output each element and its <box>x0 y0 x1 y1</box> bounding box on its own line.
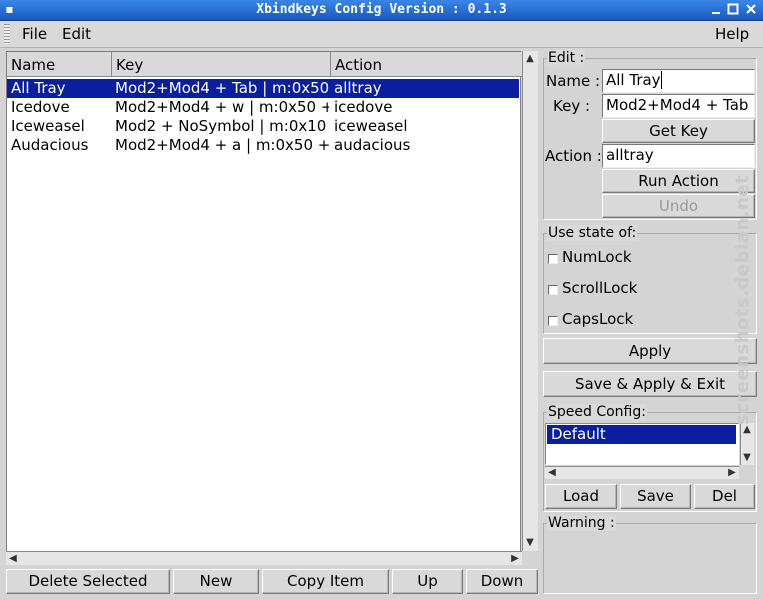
menu-file[interactable]: File <box>22 25 47 43</box>
warning-group-label: Warning : <box>547 515 616 531</box>
cell-action: alltray <box>334 79 382 97</box>
speed-config-group-label: Speed Config: <box>547 404 647 420</box>
numlock-checkbox[interactable] <box>548 254 558 264</box>
down-button[interactable]: Down <box>466 569 538 594</box>
cell-action: audacious <box>334 136 411 154</box>
speed-list-horizontal-scrollbar[interactable]: ◀ ▶ <box>545 466 739 479</box>
del-button[interactable]: Del <box>694 484 755 509</box>
scroll-left-icon[interactable]: ◀ <box>6 552 20 566</box>
name-label: Name : <box>546 72 601 90</box>
delete-selected-button[interactable]: Delete Selected <box>6 569 170 594</box>
key-field[interactable]: Mod2+Mod4 + Tab | <box>602 94 755 118</box>
minimize-icon[interactable] <box>709 2 723 16</box>
menu-help[interactable]: Help <box>715 25 749 43</box>
cell-action: icedove <box>334 98 393 116</box>
scrolllock-checkbox[interactable] <box>548 285 558 295</box>
window-title: Xbindkeys Config Version : 0.1.3 <box>256 2 507 17</box>
cell-key: Mod2+Mod4 + Tab | m:0x50 + <box>115 79 329 97</box>
menubar-grip[interactable] <box>4 24 10 44</box>
table-row[interactable]: Icedove Mod2+Mod4 + w | m:0x50 + c: iced… <box>7 98 519 117</box>
key-label: Key : <box>553 97 591 115</box>
capslock-label: CapsLock <box>562 310 634 328</box>
column-header-name[interactable]: Name <box>7 52 112 77</box>
edit-group-label: Edit : <box>547 50 586 66</box>
use-state-group-label: Use state of: <box>547 225 638 241</box>
table-row[interactable]: Audacious Mod2+Mod4 + a | m:0x50 + c: au… <box>7 136 519 155</box>
scroll-right-icon[interactable]: ▶ <box>508 552 522 566</box>
table-vertical-scrollbar[interactable]: ▲ ▼ <box>522 51 538 551</box>
new-button[interactable]: New <box>173 569 259 594</box>
up-button[interactable]: Up <box>392 569 463 594</box>
scroll-up-icon[interactable]: ▲ <box>523 52 537 66</box>
watermark-text: screenshots.debian.net <box>732 174 753 425</box>
apply-button[interactable]: Apply <box>543 338 757 364</box>
list-item[interactable]: Default <box>547 425 736 444</box>
cell-name: Icedove <box>11 98 70 116</box>
save-button[interactable]: Save <box>620 484 691 509</box>
table-horizontal-scrollbar[interactable]: ◀ ▶ <box>6 551 522 565</box>
name-field[interactable]: All Tray <box>602 69 755 93</box>
capslock-checkbox[interactable] <box>548 316 558 326</box>
action-field[interactable]: alltray <box>602 144 755 168</box>
speed-config-list[interactable]: Default <box>545 423 739 465</box>
cell-key: Mod2 + NoSymbol | m:0x10 + <box>115 117 329 135</box>
maximize-icon[interactable] <box>726 2 740 16</box>
bindings-table: Name Key Action All Tray Mod2+Mod4 + Tab… <box>6 51 522 565</box>
save-apply-exit-button[interactable]: Save & Apply & Exit <box>543 371 757 397</box>
warning-group <box>543 523 757 594</box>
cell-key: Mod2+Mod4 + w | m:0x50 + c: <box>115 98 329 116</box>
cell-name: All Tray <box>11 79 66 97</box>
menu-bar: File Edit Help <box>0 21 763 48</box>
action-label: Action : <box>545 147 602 165</box>
scroll-down-icon[interactable]: ▼ <box>741 451 753 465</box>
scroll-down-icon[interactable]: ▼ <box>523 536 537 550</box>
table-row[interactable]: All Tray Mod2+Mod4 + Tab | m:0x50 + allt… <box>7 79 519 98</box>
table-row[interactable]: Iceweasel Mod2 + NoSymbol | m:0x10 + ice… <box>7 117 519 136</box>
scroll-left-icon[interactable]: ◀ <box>545 466 559 480</box>
title-bar: ▪ Xbindkeys Config Version : 0.1.3 <box>0 0 763 21</box>
scroll-right-icon[interactable]: ▶ <box>725 466 739 480</box>
numlock-label: NumLock <box>562 248 632 266</box>
close-icon[interactable] <box>744 2 758 16</box>
cell-action: iceweasel <box>334 117 408 135</box>
copy-item-button[interactable]: Copy Item <box>262 569 389 594</box>
load-button[interactable]: Load <box>545 484 617 509</box>
get-key-button[interactable]: Get Key <box>602 119 755 143</box>
cell-key: Mod2+Mod4 + a | m:0x50 + c: <box>115 136 329 154</box>
scrolllock-label: ScrollLock <box>562 279 638 297</box>
column-header-action[interactable]: Action <box>331 52 522 77</box>
cell-name: Audacious <box>11 136 89 154</box>
cell-name: Iceweasel <box>11 117 85 135</box>
scroll-up-icon[interactable]: ▲ <box>741 423 753 437</box>
column-header-key[interactable]: Key <box>112 52 331 77</box>
menu-edit[interactable]: Edit <box>62 25 91 43</box>
speed-list-vertical-scrollbar[interactable]: ▲ ▼ <box>740 423 754 465</box>
